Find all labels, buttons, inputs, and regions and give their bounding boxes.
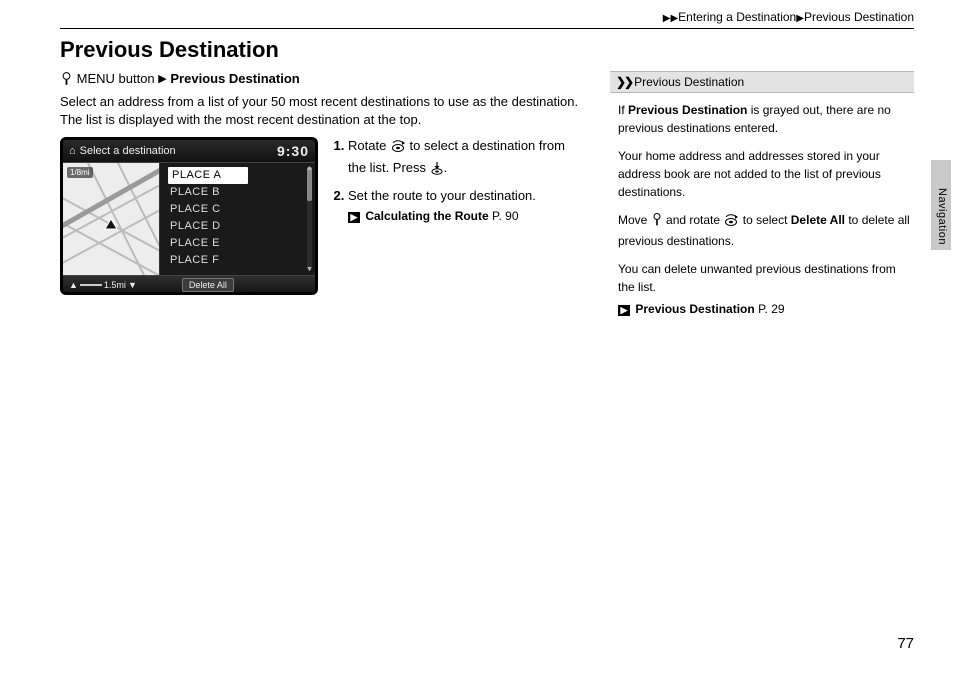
list-item: PLACE A: [168, 167, 248, 184]
info-note: Move and rotate to select Delete All to …: [610, 211, 914, 250]
map-scale-tag: 1/8mi: [67, 167, 93, 178]
steps-list: Rotate to select a destination from the …: [332, 137, 580, 231]
list-item: PLACE C: [170, 201, 307, 218]
rotate-dial-icon: [723, 213, 739, 232]
breadcrumb-l2: Previous Destination: [804, 10, 914, 24]
section-tab-label: Navigation: [936, 188, 948, 245]
home-icon: ⌂: [69, 145, 76, 157]
breadcrumb-l1: Entering a Destination: [678, 10, 796, 24]
menu-path: MENU button ▶ Previous Destination: [60, 71, 580, 89]
info-header: ❯❯Previous Destination: [610, 71, 914, 93]
reference-icon: ▶: [348, 212, 360, 223]
menu-button-icon: [60, 72, 73, 89]
list-item: PLACE F: [170, 252, 307, 269]
list-item: PLACE D: [170, 218, 307, 235]
device-map: 1/8mi: [63, 163, 160, 275]
info-note: You can delete unwanted previous destina…: [610, 260, 914, 318]
info-column: ❯❯Previous Destination If Previous Desti…: [610, 71, 914, 328]
info-note: If Previous Destination is grayed out, t…: [610, 101, 914, 137]
page-number: 77: [897, 635, 914, 652]
play-icon: ▶: [796, 13, 804, 24]
info-note: Your home address and addresses stored i…: [610, 147, 914, 201]
scrollbar: ▲▼: [307, 167, 312, 271]
device-scale: ▲1.5mi▼: [69, 280, 137, 290]
play-icon: ▶: [670, 13, 678, 24]
main-column: MENU button ▶ Previous Destination Selec…: [60, 71, 580, 328]
rotate-dial-icon: [390, 139, 406, 159]
device-list: PLACE A PLACE B PLACE C PLACE D PLACE E …: [160, 163, 315, 275]
device-screenshot: ⌂ Select a destination 9:30: [60, 137, 318, 295]
menu-item-label: Previous Destination: [170, 71, 299, 86]
device-clock: 9:30: [277, 143, 309, 159]
cross-reference: ▶ Calculating the Route P. 90: [348, 208, 580, 225]
cross-reference: ▶ Previous Destination P. 29: [618, 300, 912, 318]
reference-icon: ▶: [618, 305, 630, 316]
move-joystick-icon: [651, 213, 663, 232]
step-2: Set the route to your destination. ▶ Cal…: [348, 187, 580, 225]
play-icon: ▶: [158, 72, 166, 85]
breadcrumb: ▶▶Entering a Destination▶Previous Destin…: [60, 10, 914, 24]
device-header: Select a destination: [80, 145, 176, 157]
list-item: PLACE B: [170, 184, 307, 201]
divider: [60, 28, 914, 29]
step-1: Rotate to select a destination from the …: [348, 137, 580, 181]
delete-all-button: Delete All: [182, 278, 234, 292]
press-dial-icon: [430, 161, 444, 181]
page-title: Previous Destination: [60, 37, 914, 63]
intro-text: Select an address from a list of your 50…: [60, 93, 580, 129]
double-chevron-icon: ❯❯: [616, 75, 632, 89]
list-item: PLACE E: [170, 235, 307, 252]
menu-button-label: MENU button: [77, 71, 155, 86]
